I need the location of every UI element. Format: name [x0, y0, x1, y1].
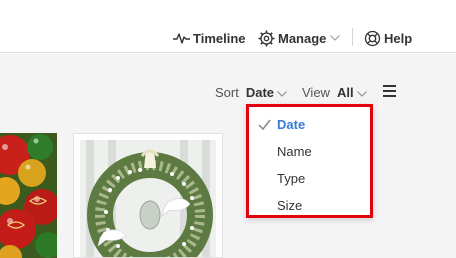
checkmark-icon [258, 118, 271, 133]
photo-card-ornaments[interactable] [0, 133, 57, 258]
photo-card-wreath[interactable] [73, 133, 223, 258]
christmas-wreath-image [80, 140, 216, 257]
hamburger-icon[interactable] [383, 85, 397, 97]
help-nav-link[interactable]: Help [364, 27, 412, 49]
pulse-icon [173, 31, 190, 45]
manage-label: Manage [278, 30, 327, 46]
gear-icon [258, 30, 275, 47]
sort-option-label: Type [277, 170, 306, 186]
chevron-down-icon [277, 85, 287, 100]
timeline-label: Timeline [193, 30, 246, 46]
top-header: Timeline Manage Help [0, 0, 456, 53]
sort-control[interactable]: Sort Date [215, 83, 287, 101]
christmas-ornaments-image [0, 133, 57, 258]
sort-option-size[interactable]: Size [249, 195, 370, 215]
view-value[interactable]: All [337, 85, 354, 100]
sort-option-date[interactable]: Date [249, 114, 370, 134]
sort-label: Sort [215, 84, 239, 100]
manage-nav-dropdown[interactable]: Manage [258, 27, 341, 49]
view-label: View [302, 84, 330, 100]
sort-dropdown-menu: Date Name Type Size [246, 104, 373, 218]
sort-option-label: Name [277, 143, 312, 159]
chevron-down-icon [356, 85, 367, 100]
sort-option-name[interactable]: Name [249, 141, 370, 161]
view-control[interactable]: View All [302, 83, 367, 101]
lifebuoy-icon [364, 30, 381, 47]
sort-option-label: Date [277, 116, 306, 132]
header-divider [352, 28, 353, 46]
sort-value[interactable]: Date [246, 85, 274, 100]
chevron-down-icon [330, 35, 341, 41]
sort-option-type[interactable]: Type [249, 168, 370, 188]
timeline-nav-link[interactable]: Timeline [173, 27, 246, 49]
app-root: Timeline Manage Help Sort Date View All … [0, 0, 456, 258]
sort-option-label: Size [277, 197, 303, 213]
help-label: Help [384, 30, 413, 46]
